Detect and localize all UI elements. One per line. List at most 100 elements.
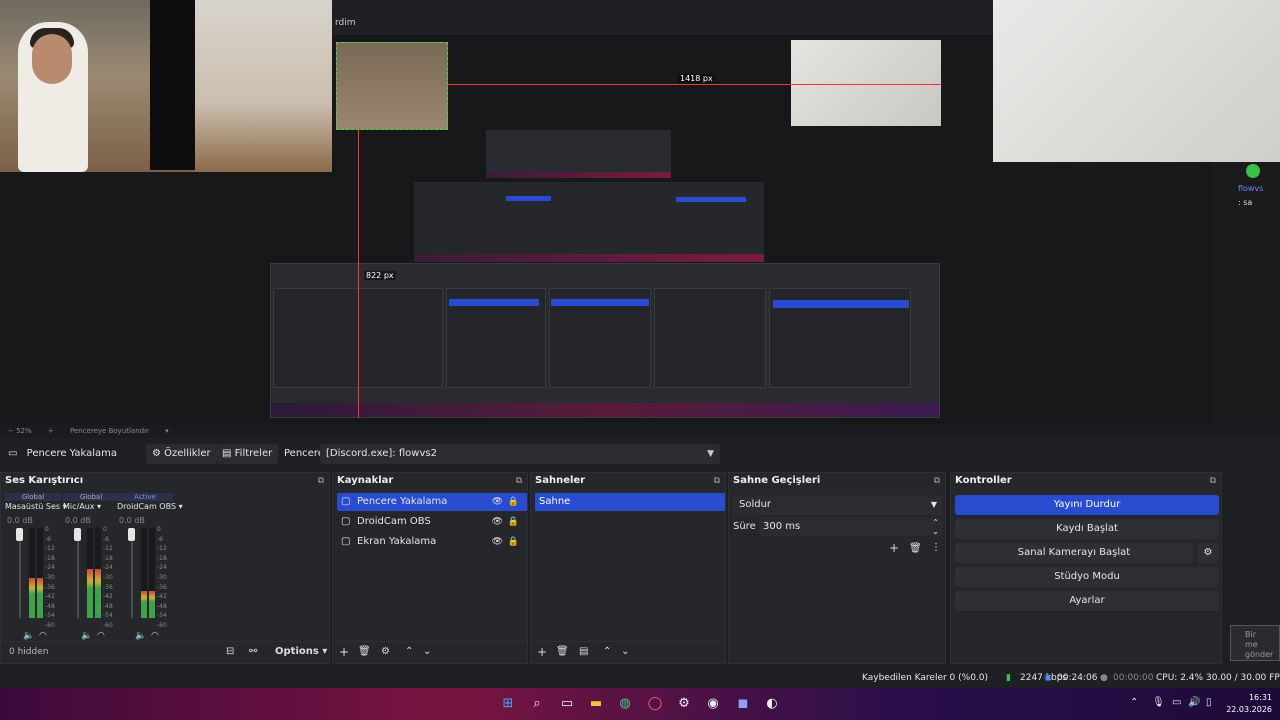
delete-icon[interactable]: 🗑 [556, 646, 569, 657]
undock-icon[interactable]: ⧉ [714, 473, 720, 489]
undock-icon[interactable]: ⧉ [934, 473, 940, 489]
delete-icon[interactable]: 🗑 [909, 543, 922, 554]
undock-icon[interactable]: ⧉ [516, 473, 522, 489]
opera-icon[interactable]: ◯ [647, 696, 663, 712]
speaker-icon[interactable]: 🔈 [23, 631, 34, 641]
eye-icon[interactable]: 👁 [492, 493, 503, 511]
display-icon[interactable]: ▭ [1172, 697, 1181, 708]
volume-slider[interactable] [77, 528, 79, 618]
broadcast-icon: ◉ [1044, 673, 1052, 683]
selected-source-label: Pencere Yakalama [26, 448, 118, 459]
dock-title: Kontroller ⧉ [951, 473, 1221, 489]
volume-slider[interactable] [19, 528, 21, 618]
filter-icon[interactable]: ▤ [579, 646, 588, 657]
settings-button[interactable]: Ayarlar [955, 591, 1219, 611]
channel-name[interactable]: DroidCam OBS ▾ [117, 502, 183, 511]
headphones-icon[interactable]: ◠ [39, 631, 47, 641]
mic-icon[interactable]: 🎙 [1152, 697, 1165, 708]
start-virtual-camera-button[interactable]: Sanal Kamerayı Başlat [955, 543, 1193, 563]
stop-stream-button[interactable]: Yayını Durdur [955, 495, 1219, 515]
room-background [195, 0, 332, 172]
link-icon[interactable]: ⚯ [249, 646, 257, 657]
move-up-icon[interactable]: ⌃ [405, 646, 413, 657]
level-meter-fill [29, 577, 35, 618]
eye-icon[interactable]: 👁 [492, 533, 503, 551]
duration-input[interactable]: 300 ms ⌃ ⌄ [759, 518, 943, 536]
clock-time: 16:31 [1248, 693, 1272, 702]
more-icon[interactable]: ⋮ [931, 542, 941, 553]
chevron-up-icon[interactable]: ⌃ [1130, 697, 1138, 708]
db-scale-tick: -30 [157, 573, 167, 581]
filters-button[interactable]: ▤ Filtreler [216, 444, 279, 464]
lock-icon[interactable]: 🔒 [508, 493, 519, 511]
selected-source-bounding-box[interactable] [336, 42, 448, 130]
file-explorer-icon[interactable]: ▬ [588, 696, 604, 712]
battery-icon[interactable]: ▯ [1206, 697, 1212, 708]
speaker-icon[interactable]: 🔈 [135, 631, 146, 641]
level-meter [141, 528, 147, 618]
move-down-icon[interactable]: ⌄ [423, 646, 431, 657]
zoom-level[interactable]: − 52% [8, 427, 32, 435]
task-view-icon[interactable]: ▭ [559, 696, 575, 712]
options-button[interactable]: Options ▾ [275, 646, 327, 657]
source-item[interactable]: ▢ Pencere Yakalama 👁 🔒 [337, 493, 527, 511]
search-icon[interactable]: ⌕ [529, 696, 545, 712]
undock-icon[interactable]: ⧉ [318, 473, 324, 489]
scene-transitions-dock: Sahne Geçişleri ⧉ Soldur ▼ Süre 300 ms ⌃… [728, 472, 946, 664]
clock[interactable]: 16:31 22.03.2026 [1226, 692, 1272, 716]
spin-down-icon[interactable]: ⌄ [932, 523, 939, 541]
source-item[interactable]: ▢ DroidCam OBS 👁 🔒 [337, 513, 527, 531]
add-source-icon[interactable]: + [339, 645, 349, 659]
channel-name[interactable]: Masaüstü Ses ▾ [5, 502, 67, 511]
volume-slider[interactable] [131, 528, 133, 618]
channel-tab[interactable]: Global [63, 493, 119, 501]
start-recording-button[interactable]: Kaydı Başlat [955, 519, 1219, 539]
clock-date: 22.03.2026 [1226, 705, 1272, 714]
whatsapp-icon[interactable]: ◍ [617, 696, 633, 712]
transition-select[interactable]: Soldur ▼ [733, 495, 943, 515]
window-select[interactable]: [Discord.exe]: flowvs2 ▼ [320, 444, 720, 464]
nested-preview-2 [414, 182, 764, 262]
channel-tab[interactable]: Global [5, 493, 61, 501]
settings-app-icon[interactable]: ⚙ [676, 696, 692, 712]
chevron-down-icon[interactable]: ▾ [165, 427, 169, 435]
level-meter [29, 528, 35, 618]
undock-icon[interactable]: ⧉ [1210, 473, 1216, 489]
scene-item[interactable]: Sahne [535, 493, 725, 511]
lock-icon[interactable]: 🔒 [508, 533, 519, 551]
delete-icon[interactable]: 🗑 [358, 646, 371, 657]
volume-slider-handle[interactable] [16, 528, 23, 541]
headphones-icon[interactable]: ◠ [151, 631, 159, 641]
studio-mode-button[interactable]: Stüdyo Modu [955, 567, 1219, 587]
notification-toast[interactable]: Bir me gönder [1230, 625, 1280, 661]
volume-slider-handle[interactable] [74, 528, 81, 541]
start-icon[interactable]: ⊞ [500, 696, 516, 712]
source-label: Pencere Yakalama [357, 496, 448, 507]
preview-canvas[interactable]: rdim 1418 px 822 px flowvs : sa [0, 0, 1280, 425]
speaker-icon[interactable]: 🔈 [81, 631, 92, 641]
webcam-source[interactable] [0, 0, 332, 172]
captured-window-titlebar [332, 0, 993, 35]
lock-icon[interactable]: 🔒 [508, 513, 519, 531]
move-up-icon[interactable]: ⌃ [603, 646, 611, 657]
move-down-icon[interactable]: ⌄ [621, 646, 629, 657]
headphones-icon[interactable]: ◠ [97, 631, 105, 641]
obs-icon[interactable]: ◉ [705, 696, 721, 712]
eye-icon[interactable]: 👁 [492, 513, 503, 531]
virtual-camera-settings-button[interactable]: ⚙ [1197, 543, 1219, 563]
zoom-in-button[interactable]: + [48, 427, 54, 435]
steam-icon[interactable]: ◐ [764, 696, 780, 712]
mini2-sel [506, 196, 551, 201]
add-scene-icon[interactable]: + [537, 645, 547, 659]
source-item[interactable]: ▢ Ekran Yakalama 👁 🔒 [337, 533, 527, 551]
properties-button[interactable]: ⚙ Özellikler [146, 444, 217, 464]
gear-icon[interactable]: ⚙ [381, 646, 390, 657]
volume-slider-handle[interactable] [128, 528, 135, 541]
add-transition-icon[interactable]: + [889, 541, 899, 555]
volume-icon[interactable]: 🔊 [1188, 697, 1200, 708]
fit-to-window-dropdown[interactable]: Pencereye Boyutlandır [70, 427, 149, 435]
channel-tab[interactable]: Active [117, 493, 173, 501]
layout-icon[interactable]: ⊟ [226, 646, 234, 657]
discord-icon[interactable]: ◼ [735, 696, 751, 712]
channel-name[interactable]: Mic/Aux ▾ [63, 502, 123, 511]
